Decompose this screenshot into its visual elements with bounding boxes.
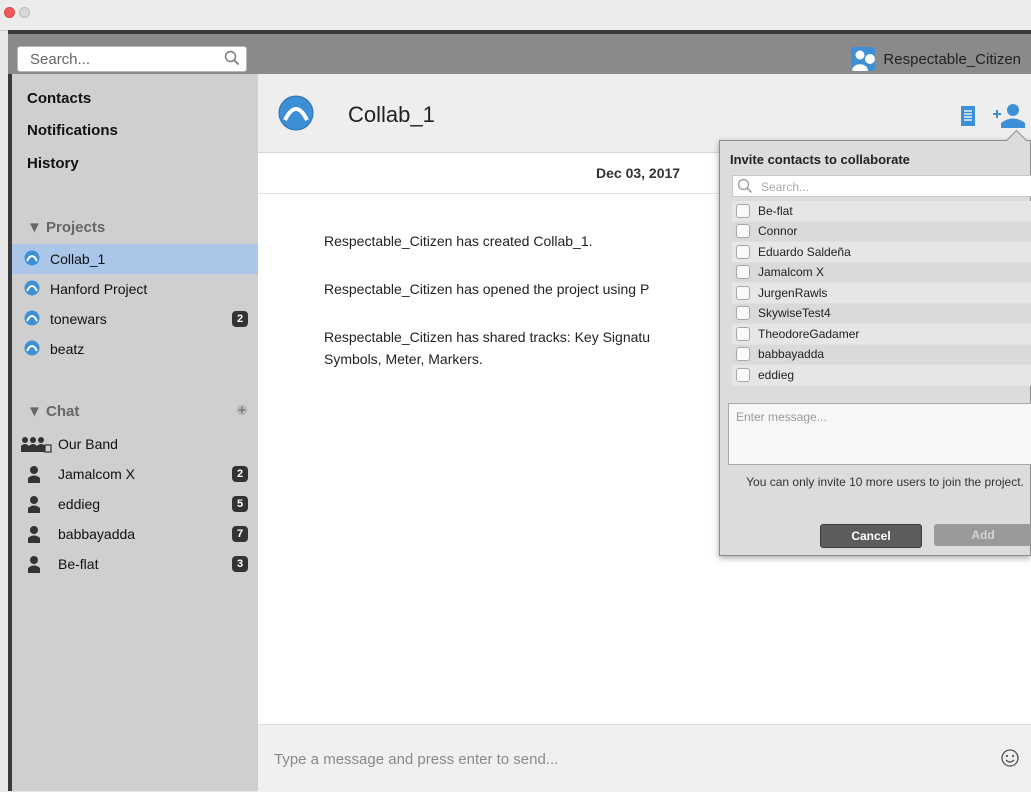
sidebar-search[interactable] xyxy=(17,46,247,72)
chat-item[interactable]: babbayadda 7 xyxy=(12,519,258,549)
invite-message-placeholder[interactable]: Enter message... xyxy=(736,410,827,424)
window-close-button[interactable] xyxy=(4,7,15,18)
sidebar: Contacts Notifications History ▼ Project… xyxy=(12,74,258,791)
person-icon xyxy=(24,495,44,513)
contact-name: babbayadda xyxy=(758,347,825,362)
contact-name: eddieg xyxy=(758,367,795,382)
system-message: Respectable_Citizen has shared tracks: K… xyxy=(324,329,651,367)
contact-checkbox[interactable] xyxy=(736,244,750,259)
nav-notifications[interactable]: Notifications xyxy=(27,122,118,139)
invite-contact[interactable]: SkywiseTest4 xyxy=(732,303,1031,324)
contact-name: Jamalcom X xyxy=(758,265,825,280)
conversation-title: Collab_1 xyxy=(348,102,435,127)
composer-placeholder[interactable]: Type a message and press enter to send..… xyxy=(274,751,558,768)
search-icon xyxy=(224,50,240,71)
conversation-date: Dec 03, 2017 xyxy=(596,165,681,181)
invite-search[interactable] xyxy=(732,175,1031,197)
chat-label: Be-flat xyxy=(58,556,99,572)
project-label: beatz xyxy=(50,341,85,357)
window-titlebar xyxy=(0,0,1031,31)
person-icon xyxy=(24,465,44,483)
contact-checkbox[interactable] xyxy=(736,306,750,321)
invite-contact[interactable]: eddieg xyxy=(732,365,1031,386)
contact-checkbox[interactable] xyxy=(736,347,750,362)
projects-header[interactable]: ▼ Projects xyxy=(27,219,105,236)
contact-checkbox[interactable] xyxy=(736,224,750,239)
user-avatar-icon xyxy=(851,47,876,71)
unread-badge: 2 xyxy=(232,466,248,482)
project-item[interactable]: Collab_1 xyxy=(12,244,258,274)
chat-header[interactable]: ▼ Chat xyxy=(27,403,79,420)
current-user[interactable]: Respectable_Citizen xyxy=(851,47,1021,71)
person-icon xyxy=(24,555,44,573)
system-message: Respectable_Citizen has created Collab_1… xyxy=(324,233,593,249)
invite-popover: Invite contacts to collaborate Be-flat C… xyxy=(719,129,1031,556)
emoji-icon[interactable] xyxy=(1001,749,1019,772)
chat-item[interactable]: Be-flat 3 xyxy=(12,549,258,579)
project-item[interactable]: Hanford Project xyxy=(12,274,258,304)
chat-item[interactable]: Jamalcom X 2 xyxy=(12,459,258,489)
unread-badge: 5 xyxy=(232,496,248,512)
invite-contact[interactable]: Jamalcom X xyxy=(732,262,1031,283)
contact-checkbox[interactable] xyxy=(736,203,750,218)
unread-badge: 3 xyxy=(232,556,248,572)
invite-contact[interactable]: JurgenRawls xyxy=(732,283,1031,304)
invite-contact[interactable]: Connor xyxy=(732,221,1031,242)
contact-name: SkywiseTest4 xyxy=(758,306,831,321)
unread-badge: 2 xyxy=(232,311,248,327)
search-input[interactable] xyxy=(28,50,222,69)
system-message: Respectable_Citizen has opened the proje… xyxy=(324,281,650,297)
search-icon xyxy=(737,178,753,199)
contact-checkbox[interactable] xyxy=(736,265,750,280)
chat-item[interactable]: eddieg 5 xyxy=(12,489,258,519)
chat-label: eddieg xyxy=(58,496,101,512)
project-logo-icon xyxy=(24,280,40,299)
document-icon[interactable] xyxy=(961,106,975,131)
nav-history[interactable]: History xyxy=(27,155,79,172)
project-label: Collab_1 xyxy=(50,251,106,267)
chat-label: Our Band xyxy=(58,436,118,452)
chat-label: Jamalcom X xyxy=(58,466,136,482)
message-composer[interactable]: Type a message and press enter to send..… xyxy=(258,724,1031,792)
contact-name: Eduardo Saldeña xyxy=(758,244,851,259)
invite-contact[interactable]: babbayadda xyxy=(732,344,1031,365)
contact-checkbox[interactable] xyxy=(736,326,750,341)
invite-contact-list: Be-flat Connor Eduardo Saldeña Jamalcom … xyxy=(732,201,1031,386)
project-item[interactable]: beatz xyxy=(12,334,258,364)
contact-checkbox[interactable] xyxy=(736,285,750,300)
window-minimize-button[interactable] xyxy=(19,7,30,18)
group-icon xyxy=(20,435,52,453)
invite-search-input[interactable] xyxy=(759,179,1013,195)
project-logo-icon xyxy=(24,310,40,329)
project-label: Hanford Project xyxy=(50,281,148,297)
add-chat-icon[interactable] xyxy=(236,403,248,421)
invite-contact[interactable]: Eduardo Saldeña xyxy=(732,242,1031,263)
chat-label: babbayadda xyxy=(58,526,136,542)
add-contact-icon[interactable] xyxy=(993,102,1025,133)
cancel-button[interactable]: Cancel xyxy=(820,524,922,548)
invite-contact[interactable]: Be-flat xyxy=(732,201,1031,222)
project-item[interactable]: tonewars 2 xyxy=(12,304,258,334)
person-icon xyxy=(24,525,44,543)
project-logo-icon xyxy=(278,95,314,136)
contact-checkbox[interactable] xyxy=(736,367,750,382)
add-button[interactable]: Add xyxy=(934,524,1031,546)
contact-name: Connor xyxy=(758,224,798,239)
invite-title: Invite contacts to collaborate xyxy=(730,152,910,167)
unread-badge: 7 xyxy=(232,526,248,542)
project-label: tonewars xyxy=(50,311,107,327)
contact-name: TheodoreGadamer xyxy=(758,326,860,341)
project-logo-icon xyxy=(24,250,40,269)
invite-contact[interactable]: TheodoreGadamer xyxy=(732,324,1031,345)
invite-limit-note: You can only invite 10 more users to joi… xyxy=(746,475,1024,489)
user-name: Respectable_Citizen xyxy=(883,50,1021,68)
invite-message-field[interactable]: Enter message... xyxy=(728,403,1031,465)
contact-name: Be-flat xyxy=(758,203,793,218)
project-logo-icon xyxy=(24,340,40,359)
chat-item[interactable]: Our Band xyxy=(12,429,258,459)
nav-contacts[interactable]: Contacts xyxy=(27,90,91,107)
contact-name: JurgenRawls xyxy=(758,285,828,300)
